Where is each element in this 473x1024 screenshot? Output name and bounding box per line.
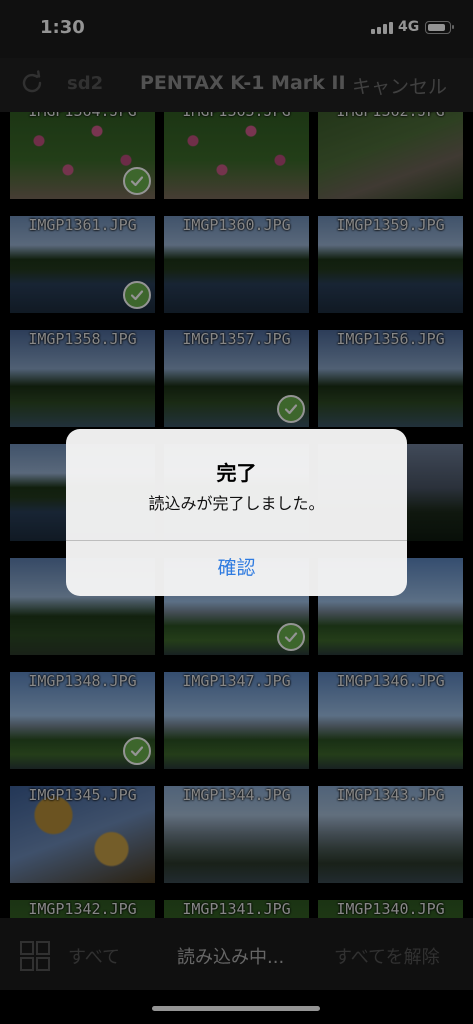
alert-message: 読込みが完了しました。: [148, 494, 325, 513]
confirm-button[interactable]: 確認: [66, 541, 407, 596]
alert-title: 完了: [216, 461, 257, 485]
alert-dialog: 完了 読込みが完了しました。 確認: [66, 429, 407, 596]
